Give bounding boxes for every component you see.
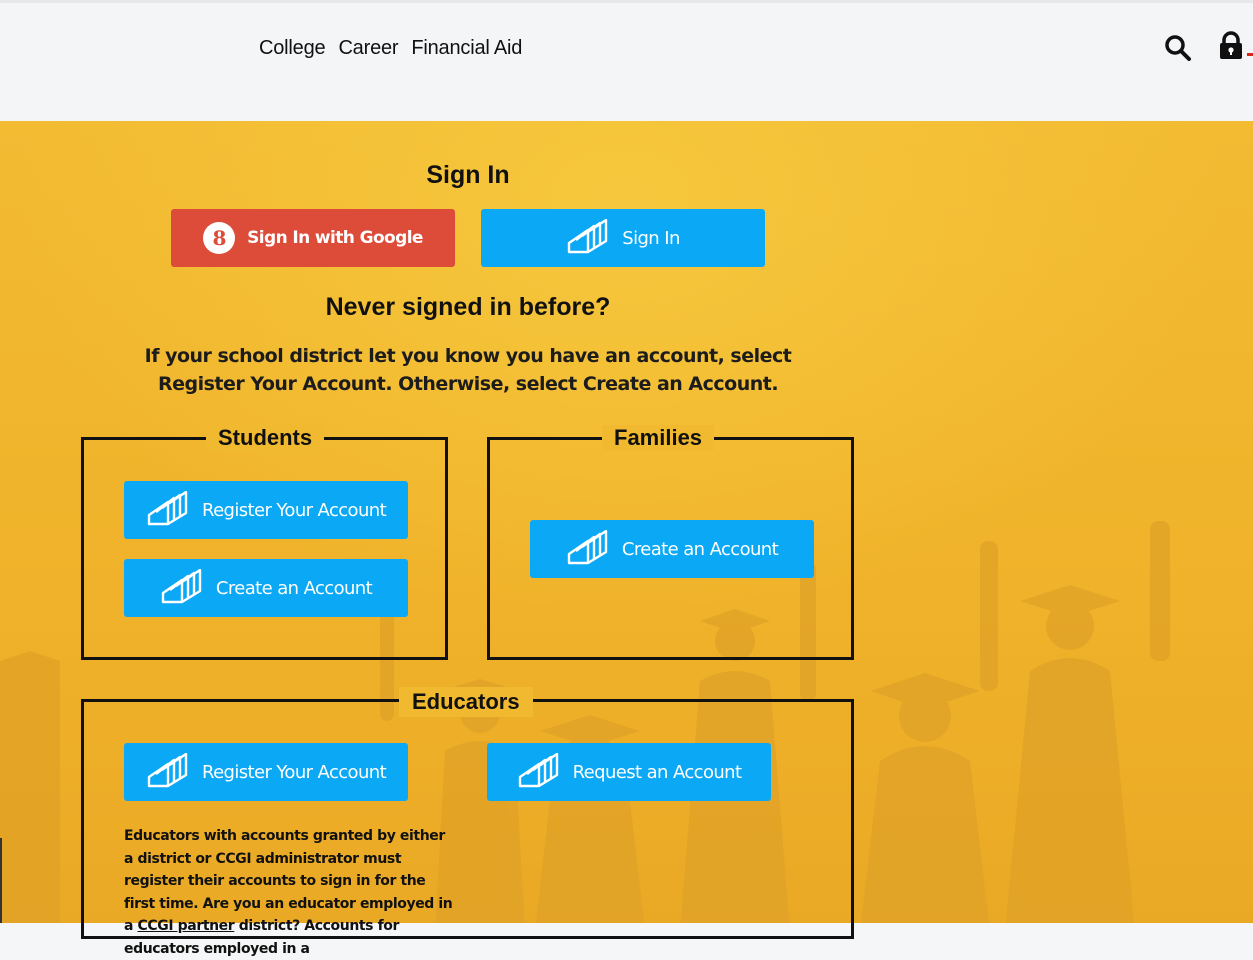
educators-request-label: Request an Account (572, 761, 742, 783)
families-legend: Families (602, 425, 715, 451)
nav-college[interactable]: College (259, 37, 326, 60)
book-icon (147, 753, 188, 788)
window-edge (0, 838, 2, 923)
search-icon[interactable] (1163, 33, 1193, 63)
educators-register-label: Register Your Account (201, 761, 387, 783)
book-icon (568, 219, 608, 254)
main-nav: College Career Financial Aid (259, 37, 522, 60)
students-legend: Students (206, 425, 325, 451)
students-create-label: Create an Account (215, 577, 373, 599)
educators-legend: Educators (399, 687, 533, 717)
never-signed-in-info: If your school district let you know you… (144, 345, 792, 395)
book-icon (567, 530, 608, 565)
educators-request-button[interactable]: Request an Account (487, 743, 771, 801)
google-icon: 8 (203, 222, 236, 254)
signin-button[interactable]: Sign In (481, 209, 765, 267)
educators-description: Educators with accounts granted by eithe… (124, 825, 454, 960)
google-signin-button[interactable]: 8 Sign In with Google (171, 209, 455, 267)
book-icon (147, 491, 188, 526)
families-create-button[interactable]: Create an Account (530, 520, 814, 578)
book-icon (161, 569, 202, 604)
lock-icon[interactable] (1217, 31, 1245, 61)
students-section: Students (81, 425, 448, 660)
book-icon (518, 753, 558, 788)
never-signed-in-title: Never signed in before? (325, 293, 611, 321)
signin-label: Sign In (622, 227, 680, 249)
site-header: College Career Financial Aid (0, 0, 1253, 121)
educators-register-button[interactable]: Register Your Account (124, 743, 408, 801)
nav-financial-aid[interactable]: Financial Aid (411, 37, 522, 60)
ccgi-partner-link[interactable]: CCGI partner (138, 918, 235, 934)
students-register-label: Register Your Account (201, 499, 387, 521)
students-create-button[interactable]: Create an Account (124, 559, 408, 617)
nav-career[interactable]: Career (338, 37, 398, 60)
signin-title: Sign In (426, 161, 510, 189)
google-signin-label: Sign In with Google (247, 228, 423, 248)
students-register-button[interactable]: Register Your Account (124, 481, 408, 539)
families-create-label: Create an Account (621, 538, 779, 560)
account-indicator (1247, 53, 1253, 56)
